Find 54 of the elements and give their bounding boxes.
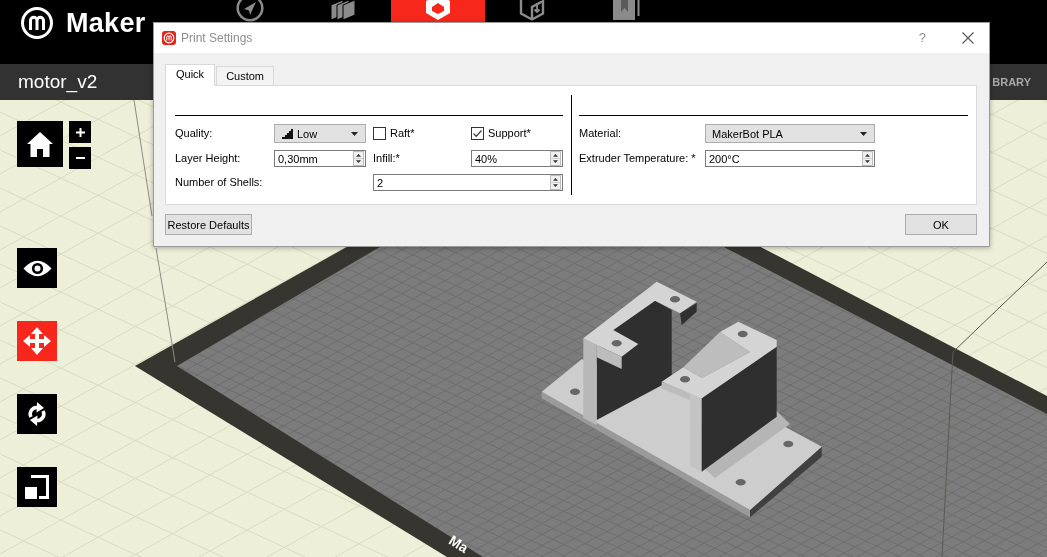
settings-tab[interactable]: Custom <box>216 66 275 85</box>
raft-checkbox[interactable] <box>373 127 386 140</box>
box-arrow-icon <box>519 0 545 21</box>
spin-arrows-icon[interactable] <box>862 151 873 166</box>
quality-label: Quality: <box>175 127 214 140</box>
file-name: motor_v2 <box>18 71 98 93</box>
spin-arrows-icon[interactable] <box>550 151 561 166</box>
layer-height-label: Layer Height: <box>175 152 242 165</box>
eye-icon <box>22 259 52 277</box>
shells-spinbox[interactable]: 2 <box>373 174 563 191</box>
ok-button[interactable]: OK <box>905 214 977 235</box>
material-label: Material: <box>579 127 623 140</box>
quality-dropdown[interactable]: Low <box>274 124 366 143</box>
plate-logo-text: Ma <box>446 532 472 556</box>
home-icon <box>27 131 53 157</box>
minus-icon <box>75 157 85 159</box>
material-dropdown[interactable]: MakerBot PLA <box>705 124 875 143</box>
caret-icon <box>860 131 867 136</box>
zoom-out-button[interactable] <box>69 147 91 169</box>
temperature-spinbox[interactable]: 200°C <box>705 150 875 167</box>
close-button[interactable] <box>962 32 974 44</box>
steps-icon <box>282 128 293 139</box>
move-arrows-icon <box>23 327 51 355</box>
rotate-button[interactable] <box>17 394 57 434</box>
settings-tab[interactable]: Quick <box>165 64 216 86</box>
dialog-title: Print Settings <box>181 31 253 45</box>
restore-defaults-button[interactable]: Restore Defaults <box>165 214 252 235</box>
scale-icon <box>25 475 49 499</box>
home-button[interactable] <box>17 121 63 167</box>
temperature-label: Extruder Temperature: * <box>579 152 697 165</box>
location-arrow-icon <box>236 0 264 22</box>
logo-text: Maker <box>66 8 146 38</box>
hexagon-icon <box>425 0 451 20</box>
infill-spinbox[interactable]: 40% <box>471 150 563 167</box>
caret-icon <box>351 131 358 136</box>
library-link[interactable]: BRARY <box>992 75 1031 89</box>
logo-icon <box>21 7 53 39</box>
close-icon <box>962 32 974 44</box>
nav-tab[interactable] <box>391 0 485 22</box>
support-checkbox[interactable] <box>471 127 484 140</box>
zoom-in-button[interactable] <box>69 121 91 143</box>
plus-icon <box>75 127 85 137</box>
raft-label: Raft* <box>390 127 415 140</box>
support-label: Support* <box>488 127 531 140</box>
app-icon <box>162 31 176 45</box>
scale-button[interactable] <box>17 467 57 507</box>
eye-button[interactable] <box>17 248 57 288</box>
layer-height-spinbox[interactable]: 0,30mm <box>274 150 366 167</box>
shells-label: Number of Shells: <box>175 176 264 189</box>
move-button[interactable] <box>17 321 57 361</box>
spin-arrows-icon[interactable] <box>353 151 364 166</box>
spin-arrows-icon[interactable] <box>550 175 561 190</box>
rotate-arrows-icon <box>27 400 47 428</box>
infill-label: Infill:* <box>373 152 401 165</box>
